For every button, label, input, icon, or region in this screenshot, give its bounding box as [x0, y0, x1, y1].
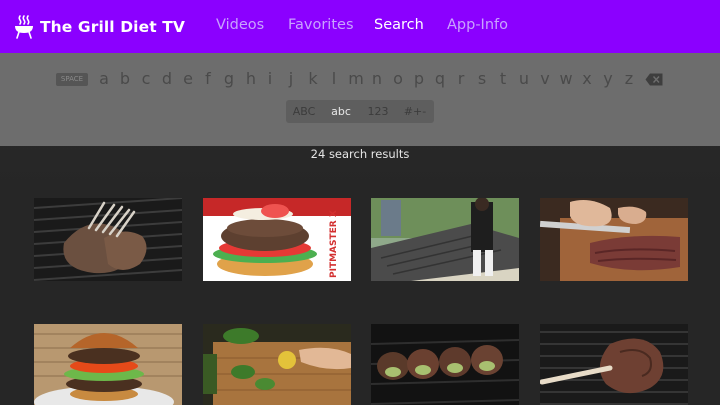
key-f[interactable]: f [200, 67, 216, 91]
key-v[interactable]: v [537, 67, 553, 91]
video-thumbnail-burger[interactable]: PITMASTER X [203, 198, 351, 281]
key-o[interactable]: o [390, 67, 406, 91]
video-thumbnail-stuffed-wraps[interactable] [371, 324, 519, 405]
search-keyboard: SPACE a b c d e f g h i j k l m n o p q … [0, 53, 720, 146]
video-thumbnail-stacked-burger[interactable] [34, 324, 182, 405]
nav-tab-favorites[interactable]: Favorites [288, 17, 354, 33]
top-navigation-bar: The Grill Diet TV Videos Favorites Searc… [0, 0, 720, 53]
video-thumbnail-herbs-prep[interactable] [203, 324, 351, 405]
key-m[interactable]: m [348, 67, 364, 91]
space-key[interactable]: SPACE [56, 73, 88, 86]
key-t[interactable]: t [495, 67, 511, 91]
brand: The Grill Diet TV [14, 14, 185, 40]
app-title: The Grill Diet TV [40, 18, 185, 36]
video-thumbnail-outdoor-grilling[interactable] [371, 198, 519, 281]
key-e[interactable]: e [180, 67, 196, 91]
key-b[interactable]: b [117, 67, 133, 91]
key-a[interactable]: a [96, 67, 112, 91]
nav-tab-videos[interactable]: Videos [216, 17, 264, 33]
key-s[interactable]: s [474, 67, 490, 91]
key-y[interactable]: y [600, 67, 616, 91]
video-thumbnail-sliced-steak[interactable] [540, 198, 688, 281]
video-thumbnail-tomahawk-steak[interactable] [540, 324, 688, 405]
thumbnail-overlay-text: PITMASTER X [329, 210, 339, 278]
mode-numbers-button[interactable]: 123 [360, 100, 396, 123]
key-g[interactable]: g [221, 67, 237, 91]
key-x[interactable]: x [579, 67, 595, 91]
keyboard-letter-row: SPACE a b c d e f g h i j k l m n o p q … [0, 67, 720, 91]
key-k[interactable]: k [305, 67, 321, 91]
key-h[interactable]: h [243, 67, 259, 91]
key-c[interactable]: c [138, 67, 154, 91]
key-u[interactable]: u [516, 67, 532, 91]
key-z[interactable]: z [621, 67, 637, 91]
grill-icon [15, 15, 33, 39]
key-p[interactable]: p [411, 67, 427, 91]
key-q[interactable]: q [432, 67, 448, 91]
nav-tab-app-info[interactable]: App-Info [447, 17, 508, 33]
search-results-count: 24 search results [310, 147, 410, 161]
video-thumbnail-lamb-rack[interactable] [34, 198, 182, 281]
mode-lowercase-button[interactable]: abc [322, 100, 360, 123]
key-d[interactable]: d [159, 67, 175, 91]
key-n[interactable]: n [369, 67, 385, 91]
key-i[interactable]: i [262, 67, 278, 91]
key-l[interactable]: l [326, 67, 342, 91]
keyboard-mode-selector: ABC abc 123 #+- [286, 100, 434, 123]
key-w[interactable]: w [558, 67, 574, 91]
backspace-icon[interactable] [645, 73, 663, 86]
mode-uppercase-button[interactable]: ABC [286, 100, 322, 123]
key-j[interactable]: j [283, 67, 299, 91]
nav-tab-search[interactable]: Search [374, 17, 424, 33]
key-r[interactable]: r [453, 67, 469, 91]
mode-symbols-button[interactable]: #+- [396, 100, 434, 123]
